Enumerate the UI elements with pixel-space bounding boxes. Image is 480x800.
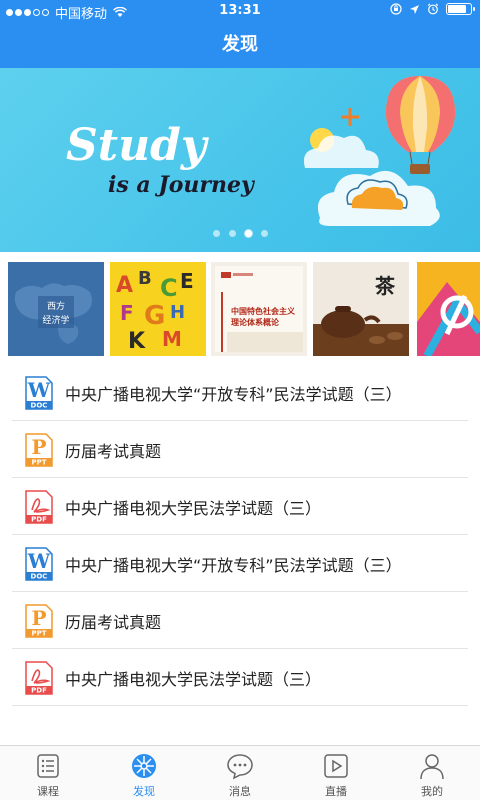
tab-label: 课程 xyxy=(37,785,59,798)
thumbnail-book-cover[interactable]: 中国特色社会主义 理论体系概论 xyxy=(211,262,307,356)
svg-text:PDF: PDF xyxy=(31,687,47,695)
document-title: 中央广播电视大学“开放专科”民法学试题（三） xyxy=(65,556,402,575)
document-title: 历届考试真题 xyxy=(65,613,162,632)
thumbnail-western-economics[interactable]: 西方 经济学 xyxy=(8,262,104,356)
pager-dot[interactable] xyxy=(212,230,220,237)
thumbnail-colorful[interactable] xyxy=(417,262,480,356)
course-thumbnail-strip[interactable]: 西方 经济学 A B C E F G H K M 中国特色社会主义 理论体系概论 xyxy=(0,252,480,364)
status-bar: 中国移动 13:31 xyxy=(0,0,480,22)
document-list-item[interactable]: PDF 中央广播电视大学民法学试题（三） xyxy=(12,478,468,535)
document-title: 历届考试真题 xyxy=(65,442,162,461)
tab-message-bubble[interactable]: 消息 xyxy=(192,746,288,800)
thumbnail-alphabet[interactable]: A B C E F G H K M xyxy=(110,262,206,356)
document-title: 中央广播电视大学“开放专科”民法学试题（三） xyxy=(65,385,402,404)
tab-label: 发现 xyxy=(133,785,155,798)
document-list: W DOC 中央广播电视大学“开放专科”民法学试题（三） P PPT 历届考试真题 PDF 中… xyxy=(0,364,480,706)
svg-text:DOC: DOC xyxy=(31,573,48,581)
header-bar: 中国移动 13:31 发现 xyxy=(0,0,480,68)
svg-text:E: E xyxy=(180,269,194,293)
document-list-item[interactable]: PDF 中央广播电视大学民法学试题（三） xyxy=(12,649,468,706)
doc-file-icon: W DOC xyxy=(24,547,54,581)
page-title: 发现 xyxy=(222,34,258,55)
document-title: 中央广播电视大学民法学试题（三） xyxy=(65,499,322,518)
svg-text:F: F xyxy=(120,301,134,325)
hot-air-balloon xyxy=(386,76,455,174)
document-list-item[interactable]: P PPT 历届考试真题 xyxy=(12,421,468,478)
alarm-clock-icon xyxy=(427,3,439,15)
course-list-icon xyxy=(34,752,62,780)
document-list-item[interactable]: W DOC 中央广播电视大学“开放专科”民法学试题（三） xyxy=(12,535,468,592)
banner-headline-2: is a Journey xyxy=(108,172,256,198)
document-list-item[interactable]: W DOC 中央广播电视大学“开放专科”民法学试题（三） xyxy=(12,364,468,421)
banner-illustration: Study is a Journey xyxy=(66,76,455,226)
pager-dot[interactable] xyxy=(244,230,252,237)
discover-compass-icon xyxy=(130,752,158,780)
rotation-lock-icon xyxy=(390,3,402,15)
svg-text:PDF: PDF xyxy=(31,516,47,524)
doc-file-icon: W DOC xyxy=(24,376,54,410)
tab-live-play[interactable]: 直播 xyxy=(288,746,384,800)
pager-dot[interactable] xyxy=(228,230,236,237)
svg-text:B: B xyxy=(138,268,152,289)
ppt-file-icon: P PPT xyxy=(24,433,54,467)
plus-decoration xyxy=(341,108,359,126)
location-arrow-icon xyxy=(410,4,419,14)
thumbnail-label: 中国特色社会主义 理论体系概论 xyxy=(231,306,295,327)
document-list-item[interactable]: P PPT 历届考试真题 xyxy=(12,592,468,649)
pdf-file-icon: PDF xyxy=(24,490,54,524)
svg-text:K: K xyxy=(128,329,146,354)
live-play-icon xyxy=(322,752,350,780)
svg-text:M: M xyxy=(162,327,182,351)
battery-icon xyxy=(446,3,475,15)
svg-text:PPT: PPT xyxy=(31,630,46,638)
pdf-file-icon: PDF xyxy=(24,661,54,695)
banner-headline-1: Study xyxy=(66,120,210,171)
thumbnail-label: 西方 经济学 xyxy=(42,302,70,326)
banner-pager[interactable] xyxy=(0,230,480,237)
pager-dot[interactable] xyxy=(260,230,268,237)
tab-discover-compass[interactable]: 发现 xyxy=(96,746,192,800)
promo-banner[interactable]: Study is a Journey xyxy=(0,68,480,252)
svg-text:W: W xyxy=(27,549,51,573)
svg-text:P: P xyxy=(31,435,46,459)
tab-course-list[interactable]: 课程 xyxy=(0,746,96,800)
svg-text:P: P xyxy=(31,606,46,630)
tab-label: 直播 xyxy=(325,785,347,798)
tab-label: 我的 xyxy=(421,785,443,798)
ppt-file-icon: P PPT xyxy=(24,604,54,638)
tab-label: 消息 xyxy=(229,785,251,798)
svg-text:A: A xyxy=(116,273,133,298)
bottom-tab-bar: 课程 发现 消息 直播 我的 xyxy=(0,745,480,800)
svg-text:C: C xyxy=(160,274,178,302)
thumbnail-tea[interactable]: 茶 xyxy=(313,262,409,356)
svg-text:PPT: PPT xyxy=(31,459,46,467)
thumbnail-label: 茶 xyxy=(375,274,395,298)
profile-person-icon xyxy=(418,752,446,780)
svg-text:W: W xyxy=(27,378,51,402)
tab-profile-person[interactable]: 我的 xyxy=(384,746,480,800)
message-bubble-icon xyxy=(226,752,254,780)
svg-text:H: H xyxy=(170,302,185,323)
svg-text:DOC: DOC xyxy=(31,402,48,410)
document-title: 中央广播电视大学民法学试题（三） xyxy=(65,670,322,689)
